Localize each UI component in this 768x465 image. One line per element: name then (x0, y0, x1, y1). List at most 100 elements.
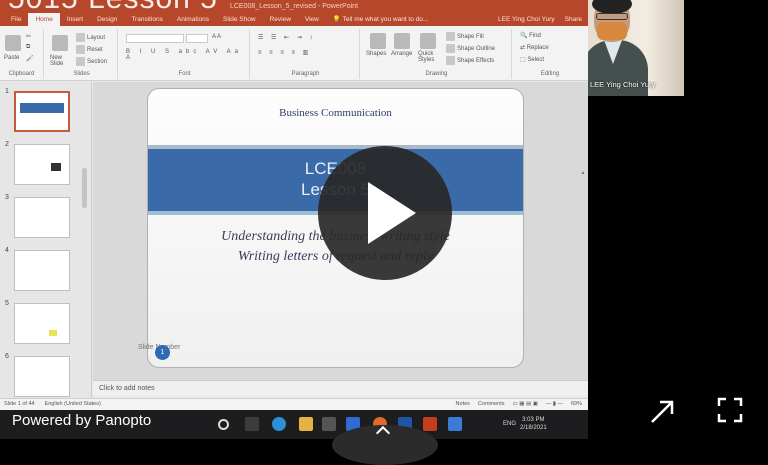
group-label-paragraph: Paragraph (291, 71, 320, 77)
thumbnail-3[interactable]: 3 (0, 194, 92, 242)
clock-time: 3:03 PM (522, 417, 545, 423)
thumbnail-4[interactable]: 4 (0, 247, 92, 295)
video-title: 5015 Lesson 5 (8, 0, 218, 16)
thumbnail-image[interactable] (14, 91, 70, 132)
thumbnail-number: 5 (5, 300, 9, 307)
quick-styles-icon[interactable] (420, 33, 436, 49)
new-slide-button[interactable]: New Slide (50, 55, 72, 67)
thumbnail-image[interactable] (14, 144, 70, 185)
clock[interactable]: 3:03 PM 2/18/2021 (520, 416, 547, 432)
slide-number-badge: 1 (155, 345, 170, 360)
shape-effects-button[interactable]: Shape Effects (446, 56, 494, 65)
group-label-drawing: Drawing (425, 71, 448, 77)
group-label-font: Font (178, 71, 191, 77)
play-button[interactable] (318, 146, 452, 280)
tell-me-box[interactable]: 💡 Tell me what you want to do... (326, 13, 435, 26)
select-label: Select (527, 57, 545, 63)
search-icon[interactable] (218, 419, 229, 430)
camera-name-label: LEE Ying Choi Yury (590, 80, 656, 89)
replace-icon: ⇄ (520, 45, 526, 51)
tab-slide-show[interactable]: Slide Show (216, 13, 263, 26)
notes-pane[interactable]: Click to add notes (93, 380, 588, 396)
file-explorer-icon[interactable] (299, 417, 313, 431)
grow-font-icon[interactable]: A A (212, 34, 221, 40)
find-label: Find (529, 33, 541, 39)
reset-button[interactable]: Reset (76, 45, 103, 54)
copy-icon[interactable]: ⧉ (26, 44, 30, 51)
arrange-icon[interactable] (394, 33, 410, 49)
align-buttons[interactable]: ≡ ≡ ≡ ≡ ▥ (258, 49, 311, 56)
new-slide-icon[interactable] (52, 35, 68, 51)
shape-outline-button[interactable]: Shape Outline (446, 44, 495, 53)
zoom-level[interactable]: 69% (571, 399, 582, 410)
edge-icon[interactable] (272, 417, 286, 431)
thumbnail-2[interactable]: 2 (0, 141, 92, 189)
font-name-field[interactable] (126, 34, 184, 43)
thumbnail-number: 3 (5, 194, 9, 201)
shape-fill-icon (446, 32, 455, 41)
fullscreen-icon[interactable] (716, 396, 744, 424)
group-label-slides: Slides (73, 71, 90, 77)
find-button[interactable]: 🔍 Find (520, 32, 541, 39)
tab-view[interactable]: View (298, 13, 326, 26)
powerpoint-icon[interactable] (423, 417, 437, 431)
shape-outline-icon (446, 44, 455, 53)
thumbnail-image[interactable] (14, 356, 70, 397)
layout-icon (76, 33, 85, 42)
thumbnail-5[interactable]: 5 (0, 300, 92, 348)
thumbnail-image[interactable] (14, 197, 70, 238)
tab-review[interactable]: Review (263, 13, 298, 26)
font-format-buttons[interactable]: B I U S abc AV Aa A (126, 49, 249, 61)
thumbnail-band (20, 103, 64, 113)
section-button[interactable]: Section (76, 57, 107, 66)
popout-icon[interactable] (648, 396, 678, 426)
expand-controls-button[interactable] (332, 425, 438, 465)
group-font: A A B I U S abc AV Aa A Font (120, 29, 250, 79)
thumbnail-image[interactable] (14, 250, 70, 291)
zoom-slider[interactable]: — ▮ — (546, 399, 563, 410)
group-label-editing: Editing (540, 71, 560, 77)
section-label: Section (87, 59, 108, 66)
group-paragraph: ☰ ☰ ⇤ ⇥ ↕ ≡ ≡ ≡ ≡ ▥ Paragraph (252, 29, 360, 79)
store-icon[interactable] (322, 417, 336, 431)
play-icon (368, 182, 416, 244)
shapes-button[interactable]: Shapes (366, 51, 386, 57)
layout-button[interactable]: Layout (76, 33, 105, 42)
list-buttons[interactable]: ☰ ☰ ⇤ ⇥ ↕ (258, 34, 315, 41)
chevron-up-icon (375, 425, 391, 441)
powered-by-panopto[interactable]: Powered by Panopto (12, 412, 151, 429)
layout-label: Layout (87, 35, 106, 42)
notes-toggle[interactable]: Notes (456, 399, 470, 410)
font-size-field[interactable] (186, 34, 208, 43)
view-buttons[interactable]: ▭ ▦ ▤ ▣ (513, 399, 538, 410)
shape-fill-button[interactable]: Shape Fill (446, 32, 484, 41)
language-status[interactable]: English (United States) (45, 399, 101, 410)
task-view-icon[interactable] (245, 417, 259, 431)
cut-icon[interactable]: ✂ (26, 33, 31, 40)
group-slides: New Slide Layout Reset Section Slides (46, 29, 118, 79)
replace-button[interactable]: ⇄ Replace (520, 44, 549, 51)
quick-styles-button[interactable]: Quick Styles (418, 51, 442, 63)
format-painter-icon[interactable]: 🖌 (26, 55, 34, 62)
thumbnail-image[interactable] (14, 303, 70, 344)
thumbnail-number: 1 (5, 88, 9, 95)
zoom-app-icon[interactable] (448, 417, 462, 431)
editor-scrollbar[interactable]: ▲ ⏶ ⏷ (580, 170, 586, 410)
status-bar: Slide 1 of 44 English (United States) No… (0, 398, 588, 410)
reset-icon (76, 45, 85, 54)
presenter-camera: LEE Ying Choi Yury (588, 0, 684, 96)
thumbnail-1[interactable]: 1 (0, 88, 92, 136)
paste-icon[interactable] (5, 35, 21, 51)
scroll-up-icon[interactable]: ▲ (580, 170, 586, 176)
select-button[interactable]: ⬚ Select (520, 56, 544, 63)
paste-label[interactable]: Paste (4, 55, 19, 61)
comments-toggle[interactable]: Comments (478, 399, 505, 410)
arrange-button[interactable]: Arrange (391, 51, 412, 57)
shapes-icon[interactable] (370, 33, 386, 49)
clock-date: 2/18/2021 (520, 425, 547, 431)
share-button[interactable]: Share (565, 16, 582, 23)
thumbnails-scrollbar[interactable] (82, 168, 87, 208)
input-language[interactable]: ENG (503, 421, 516, 427)
thumbnail-6[interactable]: 6 (0, 353, 92, 401)
tell-me-text: Tell me what you want to do... (342, 16, 429, 23)
